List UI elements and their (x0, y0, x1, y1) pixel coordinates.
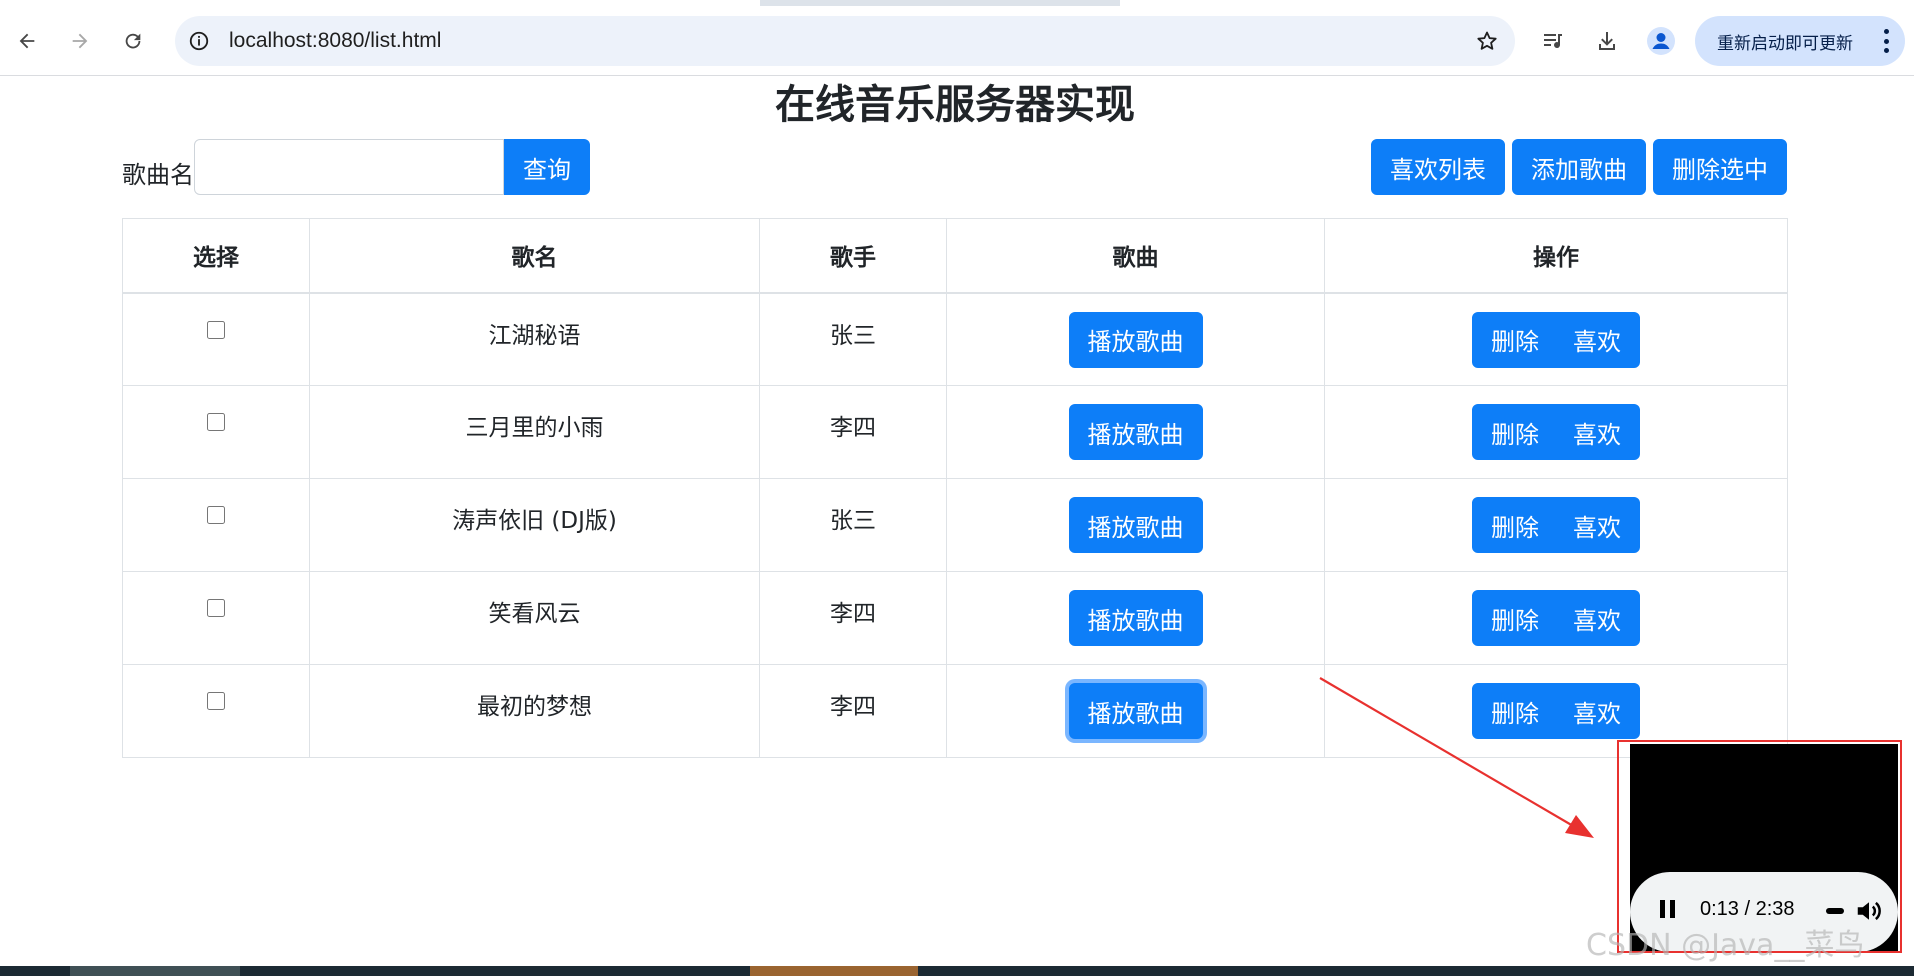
like-button[interactable]: 喜欢 (1554, 683, 1640, 739)
play-song-button[interactable]: 播放歌曲 (1068, 497, 1203, 553)
relaunch-update-button[interactable]: 重新启动即可更新 (1695, 16, 1905, 66)
select-cell (122, 385, 310, 479)
actions-cell: 删除 喜欢 (1324, 571, 1788, 665)
table-row: 三月里的小雨 李四 播放歌曲 删除 喜欢 (122, 385, 1788, 479)
singer-cell: 李四 (759, 571, 947, 665)
select-cell (122, 292, 310, 386)
delete-button[interactable]: 删除 (1472, 590, 1558, 646)
singer-cell: 李四 (759, 664, 947, 758)
header-actions: 操作 (1324, 218, 1788, 294)
row-checkbox[interactable] (207, 599, 225, 617)
site-info-icon[interactable] (185, 27, 213, 55)
select-cell (122, 664, 310, 758)
back-arrow-icon (19, 33, 35, 49)
like-list-button[interactable]: 喜欢列表 (1371, 139, 1505, 195)
row-checkbox[interactable] (207, 506, 225, 524)
row-checkbox[interactable] (207, 320, 225, 339)
row-checkbox[interactable] (207, 692, 225, 710)
table-row: 涛声依旧 (DJ版) 张三 播放歌曲 删除 喜欢 (122, 478, 1788, 572)
header-select: 选择 (122, 218, 310, 294)
play-song-button[interactable]: 播放歌曲 (1068, 404, 1203, 460)
header-song: 歌曲 (946, 218, 1325, 294)
taskbar-item[interactable] (70, 966, 240, 976)
download-icon[interactable] (1589, 23, 1625, 59)
bookmark-star-icon[interactable] (1473, 27, 1501, 55)
singer-cell: 张三 (759, 478, 947, 572)
like-button[interactable]: 喜欢 (1554, 311, 1640, 368)
forward-button[interactable] (62, 23, 98, 59)
singer-cell: 李四 (759, 385, 947, 479)
like-button[interactable]: 喜欢 (1554, 404, 1640, 460)
like-button[interactable]: 喜欢 (1554, 590, 1640, 646)
delete-button[interactable]: 删除 (1472, 497, 1558, 553)
page-title: 在线音乐服务器实现 (775, 82, 1135, 128)
table-header-row: 选择 歌名 歌手 歌曲 操作 (122, 218, 1788, 294)
select-cell (122, 571, 310, 665)
song-name-cell: 涛声依旧 (DJ版) (309, 478, 760, 572)
delete-selected-button[interactable]: 删除选中 (1653, 139, 1787, 195)
table-row: 江湖秘语 张三 播放歌曲 删除 喜欢 (122, 292, 1788, 386)
reload-icon (125, 33, 141, 49)
play-cell: 播放歌曲 (946, 478, 1325, 572)
query-button[interactable]: 查询 (504, 139, 590, 195)
media-controls-icon[interactable] (1535, 23, 1571, 59)
delete-button[interactable]: 删除 (1472, 683, 1558, 739)
actions-cell: 删除 喜欢 (1324, 478, 1788, 572)
song-name-cell: 笑看风云 (309, 571, 760, 665)
address-bar[interactable]: localhost:8080/list.html (175, 16, 1515, 66)
back-button[interactable] (9, 23, 45, 59)
browser-toolbar: localhost:8080/list.html 重新启动即可更新 (0, 6, 1914, 76)
add-song-button[interactable]: 添加歌曲 (1512, 139, 1646, 195)
song-name-label: 歌曲名 (122, 161, 194, 189)
song-name-cell: 最初的梦想 (309, 664, 760, 758)
more-menu-icon[interactable] (1881, 29, 1891, 53)
table-row: 最初的梦想 李四 播放歌曲 删除 喜欢 (122, 664, 1788, 758)
actions-cell: 删除 喜欢 (1324, 292, 1788, 386)
taskbar-item[interactable] (750, 966, 918, 976)
taskbar (0, 966, 1914, 976)
watermark: CSDN @Java__菜鸟 (1586, 928, 1865, 963)
play-song-button[interactable]: 播放歌曲 (1068, 311, 1203, 368)
play-cell: 播放歌曲 (946, 571, 1325, 665)
play-cell: 播放歌曲 (946, 385, 1325, 479)
play-song-button[interactable]: 播放歌曲 (1068, 590, 1203, 646)
play-cell: 播放歌曲 (946, 292, 1325, 386)
header-singer: 歌手 (759, 218, 947, 294)
row-checkbox[interactable] (207, 413, 225, 431)
song-name-input[interactable] (194, 139, 504, 195)
forward-arrow-icon (72, 33, 88, 49)
header-song-name: 歌名 (309, 218, 760, 294)
delete-button[interactable]: 删除 (1472, 404, 1558, 460)
table-row: 笑看风云 李四 播放歌曲 删除 喜欢 (122, 571, 1788, 665)
play-song-button[interactable]: 播放歌曲 (1068, 683, 1203, 739)
relaunch-update-label: 重新启动即可更新 (1717, 33, 1853, 53)
singer-cell: 张三 (759, 292, 947, 386)
delete-button[interactable]: 删除 (1472, 311, 1558, 368)
song-name-cell: 江湖秘语 (309, 292, 760, 386)
reload-button[interactable] (115, 23, 151, 59)
actions-cell: 删除 喜欢 (1324, 385, 1788, 479)
select-cell (122, 478, 310, 572)
song-table: 选择 歌名 歌手 歌曲 操作 江湖秘语 张三 播放歌曲 删除 喜欢 三月里的小雨 … (122, 218, 1788, 758)
song-name-cell: 三月里的小雨 (309, 385, 760, 479)
profile-avatar-icon[interactable] (1643, 23, 1679, 59)
url-text[interactable]: localhost:8080/list.html (229, 16, 441, 66)
like-button[interactable]: 喜欢 (1554, 497, 1640, 553)
play-cell: 播放歌曲 (946, 664, 1325, 758)
